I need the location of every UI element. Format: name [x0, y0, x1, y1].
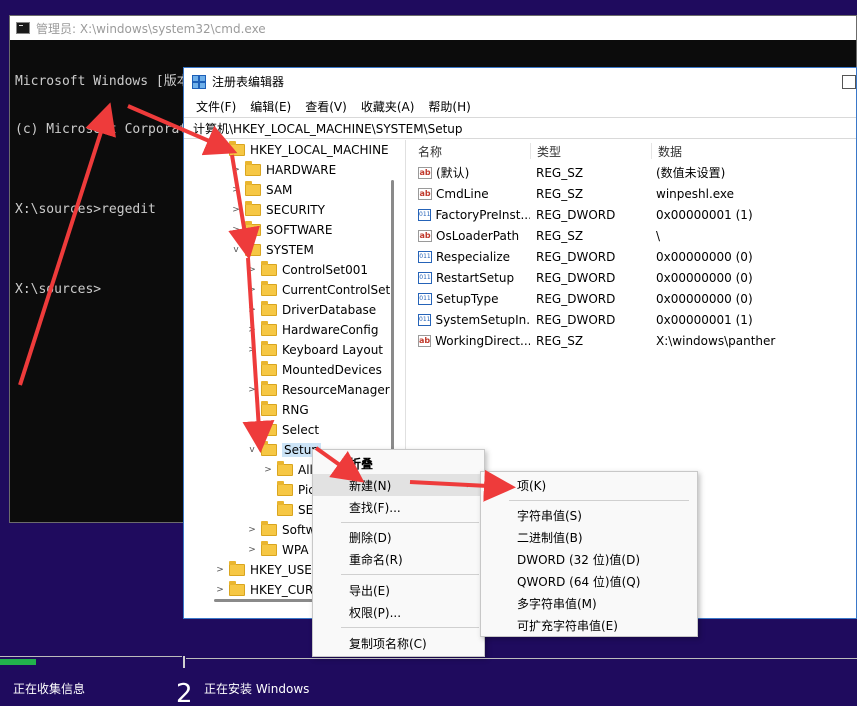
arrow-annotation: [18, 102, 116, 386]
arrow-annotation: [314, 446, 365, 483]
arrow-annotation: [242, 257, 275, 453]
annotation-arrows: [18, 102, 516, 502]
arrow-annotation: [409, 469, 516, 502]
arrow-annotation: [228, 154, 260, 260]
arrow-annotation: [127, 104, 238, 156]
